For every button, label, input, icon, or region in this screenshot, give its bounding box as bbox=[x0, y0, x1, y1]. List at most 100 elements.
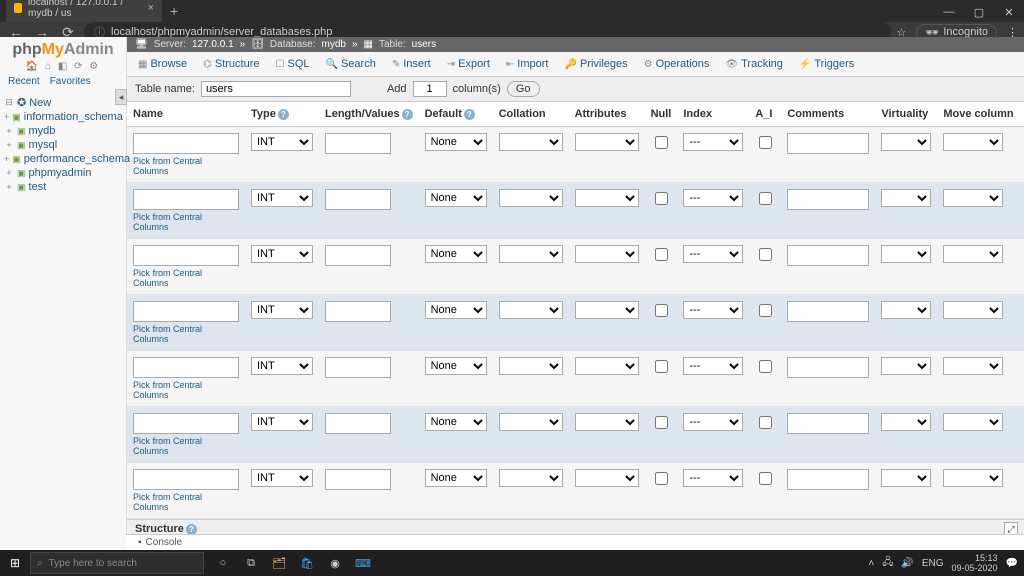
explorer-icon[interactable]: 🗂 bbox=[270, 554, 288, 572]
column-length-input[interactable] bbox=[325, 469, 391, 490]
vscode-icon[interactable]: ⌨ bbox=[354, 554, 372, 572]
column-comments-input[interactable] bbox=[787, 133, 869, 154]
taskbar-clock[interactable]: 15:13 09-05-2020 bbox=[952, 553, 998, 573]
column-collation-select[interactable] bbox=[499, 133, 563, 151]
column-move-select[interactable] bbox=[943, 301, 1003, 319]
column-null-checkbox[interactable] bbox=[655, 304, 668, 317]
sidebar-item-information-schema[interactable]: +▣information_schema bbox=[2, 110, 124, 124]
sidebar-favorites[interactable]: Favorites bbox=[50, 76, 91, 87]
store-icon[interactable]: 🛍 bbox=[298, 554, 316, 572]
sidebar-item-performance-schema[interactable]: +▣performance_schema bbox=[2, 152, 124, 166]
tab-insert[interactable]: ✎Insert bbox=[385, 54, 438, 74]
breadcrumb-server[interactable]: 127.0.0.1 bbox=[192, 39, 234, 50]
tab-privileges[interactable]: 🔑Privileges bbox=[557, 54, 634, 74]
sidebar-item-test[interactable]: +▣test bbox=[2, 180, 124, 194]
tab-operations[interactable]: ⚙Operations bbox=[637, 54, 717, 74]
tab-import[interactable]: ⇤Import bbox=[499, 54, 556, 74]
window-minimize-icon[interactable]: — bbox=[934, 3, 964, 22]
column-ai-checkbox[interactable] bbox=[759, 416, 772, 429]
browser-tab[interactable]: localhost / 127.0.0.1 / mydb / us × bbox=[6, 0, 162, 22]
window-close-icon[interactable]: ✕ bbox=[994, 3, 1024, 22]
column-length-input[interactable] bbox=[325, 301, 391, 322]
column-name-input[interactable] bbox=[133, 413, 239, 434]
column-move-select[interactable] bbox=[943, 133, 1003, 151]
column-ai-checkbox[interactable] bbox=[759, 136, 772, 149]
column-index-select[interactable]: --- bbox=[683, 469, 743, 487]
tray-volume-icon[interactable]: 🔊 bbox=[901, 558, 913, 569]
column-comments-input[interactable] bbox=[787, 301, 869, 322]
breadcrumb-table[interactable]: users bbox=[412, 39, 436, 50]
pick-central-columns-link[interactable]: Pick from Central Columns bbox=[133, 156, 239, 176]
column-attributes-select[interactable] bbox=[575, 245, 639, 263]
tab-close-icon[interactable]: × bbox=[148, 2, 154, 14]
tab-tracking[interactable]: 👁Tracking bbox=[718, 54, 789, 74]
column-type-select[interactable]: INT bbox=[251, 413, 313, 431]
column-move-select[interactable] bbox=[943, 357, 1003, 375]
column-collation-select[interactable] bbox=[499, 301, 563, 319]
pick-central-columns-link[interactable]: Pick from Central Columns bbox=[133, 324, 239, 344]
tray-up-icon[interactable]: ˄ bbox=[868, 558, 874, 569]
column-type-select[interactable]: INT bbox=[251, 133, 313, 151]
column-index-select[interactable]: --- bbox=[683, 413, 743, 431]
sidebar-new[interactable]: ⊟ ✪ New bbox=[2, 95, 124, 110]
column-comments-input[interactable] bbox=[787, 245, 869, 266]
column-attributes-select[interactable] bbox=[575, 357, 639, 375]
tray-lang[interactable]: ENG bbox=[922, 558, 944, 569]
column-null-checkbox[interactable] bbox=[655, 136, 668, 149]
column-ai-checkbox[interactable] bbox=[759, 248, 772, 261]
pick-central-columns-link[interactable]: Pick from Central Columns bbox=[133, 380, 239, 400]
notifications-icon[interactable]: 💬 bbox=[1006, 558, 1018, 569]
column-attributes-select[interactable] bbox=[575, 301, 639, 319]
cortana-icon[interactable]: ○ bbox=[214, 554, 232, 572]
column-comments-input[interactable] bbox=[787, 413, 869, 434]
column-length-input[interactable] bbox=[325, 133, 391, 154]
column-null-checkbox[interactable] bbox=[655, 192, 668, 205]
pick-central-columns-link[interactable]: Pick from Central Columns bbox=[133, 436, 239, 456]
column-name-input[interactable] bbox=[133, 245, 239, 266]
tab-export[interactable]: ⇥Export bbox=[440, 54, 497, 74]
column-name-input[interactable] bbox=[133, 133, 239, 154]
add-columns-count-input[interactable] bbox=[413, 81, 447, 97]
column-type-select[interactable]: INT bbox=[251, 357, 313, 375]
column-move-select[interactable] bbox=[943, 189, 1003, 207]
taskview-icon[interactable]: ⧉ bbox=[242, 554, 260, 572]
column-default-select[interactable]: None bbox=[425, 189, 487, 207]
column-default-select[interactable]: None bbox=[425, 133, 487, 151]
tab-structure[interactable]: ⌬Structure bbox=[196, 54, 266, 74]
column-index-select[interactable]: --- bbox=[683, 357, 743, 375]
column-type-select[interactable]: INT bbox=[251, 245, 313, 263]
column-ai-checkbox[interactable] bbox=[759, 192, 772, 205]
column-null-checkbox[interactable] bbox=[655, 472, 668, 485]
column-ai-checkbox[interactable] bbox=[759, 472, 772, 485]
phpmyadmin-logo[interactable]: phpMyAdmin bbox=[0, 37, 126, 61]
column-null-checkbox[interactable] bbox=[655, 248, 668, 261]
column-collation-select[interactable] bbox=[499, 189, 563, 207]
sidebar-recent[interactable]: Recent bbox=[8, 76, 40, 87]
column-default-select[interactable]: None bbox=[425, 469, 487, 487]
chrome-icon[interactable]: ◉ bbox=[326, 554, 344, 572]
column-move-select[interactable] bbox=[943, 469, 1003, 487]
sidebar-toolbar[interactable]: 🏠 ⌂ ◧ ⟳ ⚙ bbox=[0, 61, 126, 72]
column-index-select[interactable]: --- bbox=[683, 133, 743, 151]
column-null-checkbox[interactable] bbox=[655, 360, 668, 373]
column-default-select[interactable]: None bbox=[425, 357, 487, 375]
breadcrumb-db[interactable]: mydb bbox=[322, 39, 346, 50]
column-virtuality-select[interactable] bbox=[881, 357, 931, 375]
column-virtuality-select[interactable] bbox=[881, 413, 931, 431]
tab-sql[interactable]: ☐SQL bbox=[269, 54, 317, 74]
column-index-select[interactable]: --- bbox=[683, 301, 743, 319]
column-index-select[interactable]: --- bbox=[683, 189, 743, 207]
column-ai-checkbox[interactable] bbox=[759, 304, 772, 317]
column-ai-checkbox[interactable] bbox=[759, 360, 772, 373]
column-virtuality-select[interactable] bbox=[881, 133, 931, 151]
column-attributes-select[interactable] bbox=[575, 413, 639, 431]
column-comments-input[interactable] bbox=[787, 189, 869, 210]
tab-triggers[interactable]: ⚡Triggers bbox=[792, 54, 861, 74]
tab-browse[interactable]: ▦Browse bbox=[131, 54, 194, 74]
column-comments-input[interactable] bbox=[787, 357, 869, 378]
column-comments-input[interactable] bbox=[787, 469, 869, 490]
pick-central-columns-link[interactable]: Pick from Central Columns bbox=[133, 492, 239, 512]
column-attributes-select[interactable] bbox=[575, 469, 639, 487]
column-type-select[interactable]: INT bbox=[251, 469, 313, 487]
column-length-input[interactable] bbox=[325, 413, 391, 434]
